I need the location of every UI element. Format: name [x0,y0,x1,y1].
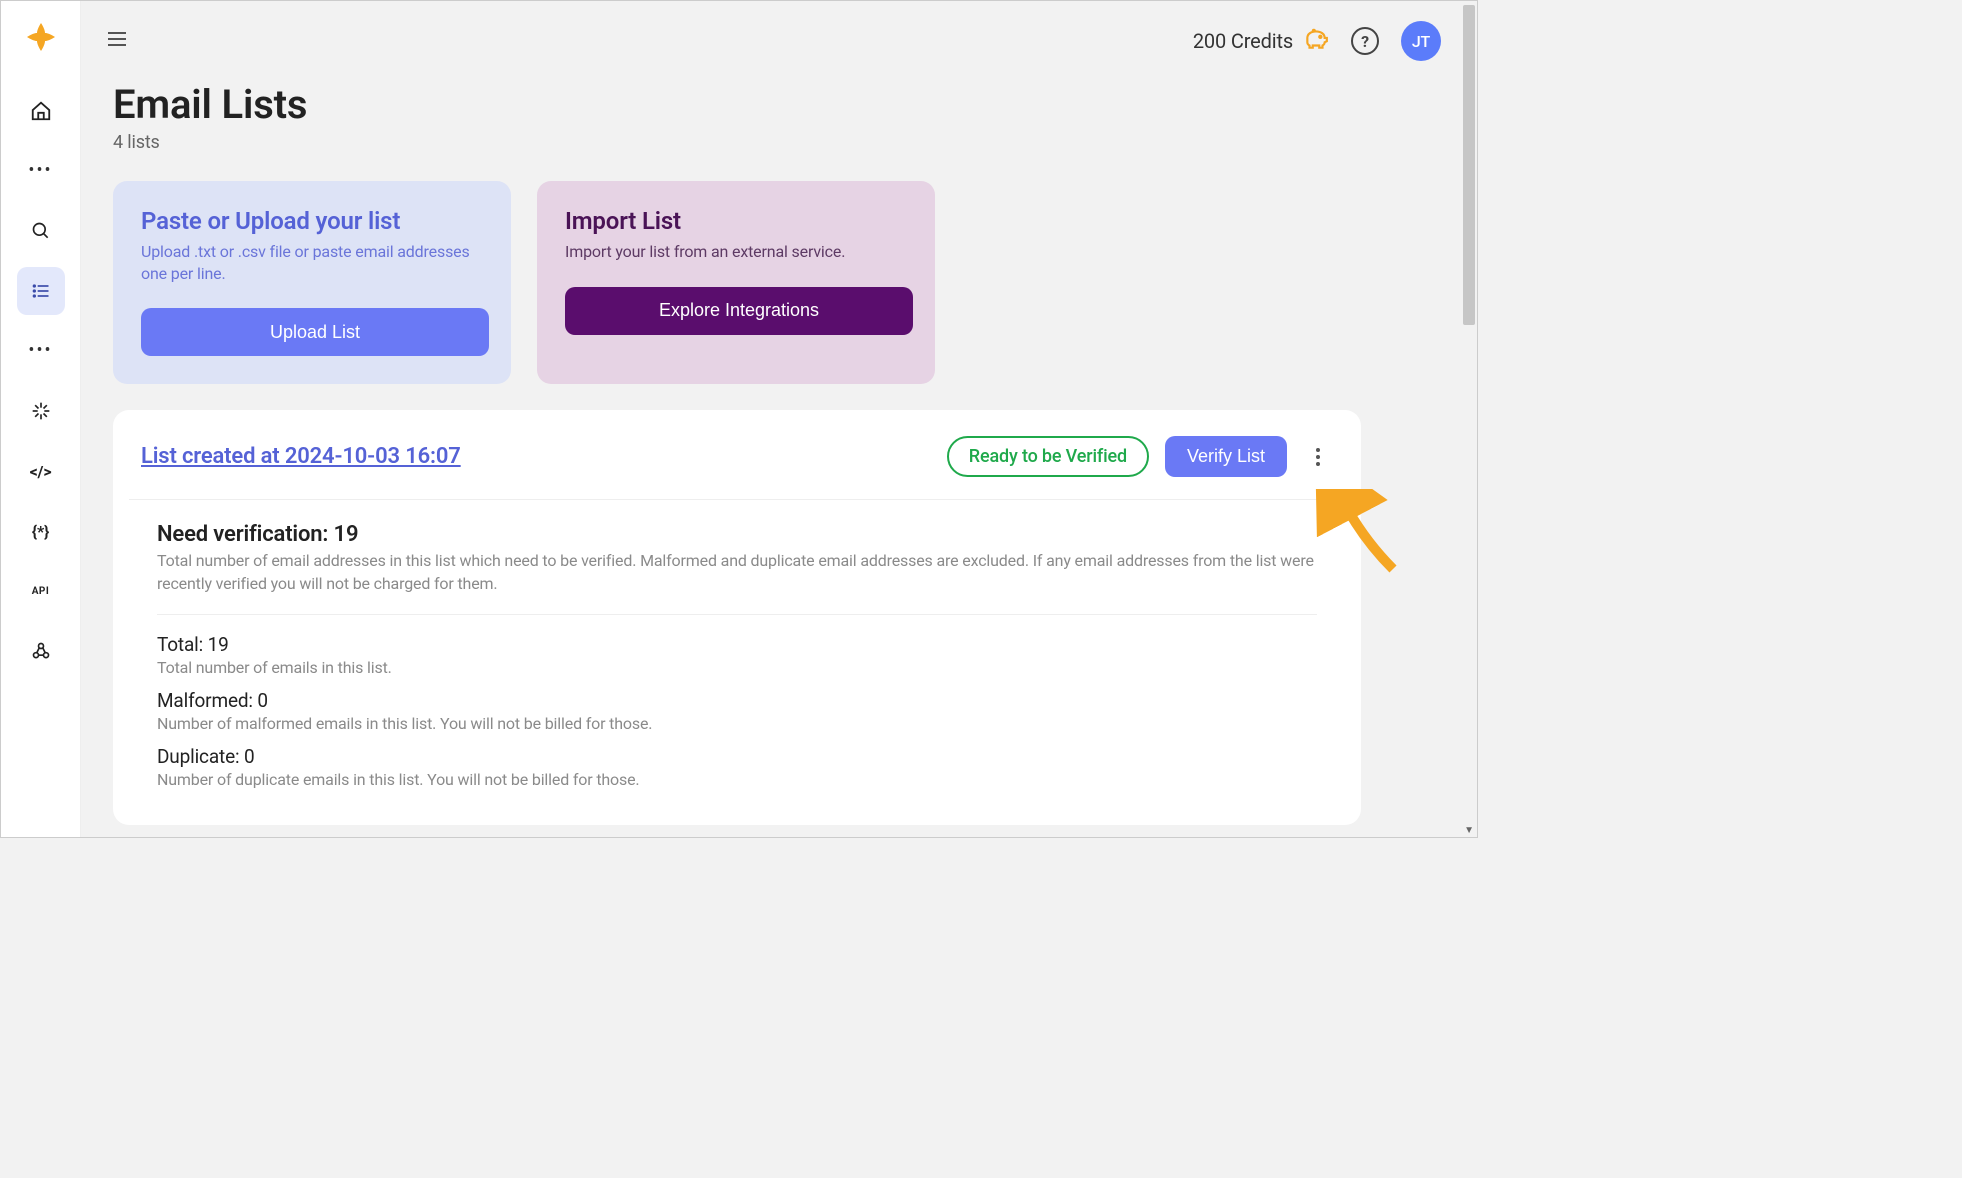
page-title: Email Lists [113,81,1437,128]
divider [157,614,1317,615]
nav-braces-icon[interactable]: {*} [17,507,65,555]
duplicate-desc: Number of duplicate emails in this list.… [157,770,1317,789]
nav-spark-icon[interactable] [17,387,65,435]
credits-label: 200 Credits [1193,29,1293,53]
scrollbar[interactable]: ▼ [1461,1,1477,837]
list-card: List created at 2024-10-03 16:07 Ready t… [113,410,1361,824]
page-subtitle: 4 lists [113,132,1437,153]
sidebar: ••• ••• </> {*} API [1,1,81,837]
upload-card: Paste or Upload your list Upload .txt or… [113,181,511,384]
verify-list-button[interactable]: Verify List [1165,436,1287,477]
upload-card-title: Paste or Upload your list [141,207,483,235]
import-card: Import List Import your list from an ext… [537,181,935,384]
menu-toggle-icon[interactable] [105,27,129,55]
status-badge: Ready to be Verified [947,436,1149,477]
list-name-link[interactable]: List created at 2024-10-03 16:07 [141,444,461,469]
total-desc: Total number of emails in this list. [157,658,1317,677]
nav-api[interactable]: API [17,567,65,615]
more-options-button[interactable] [1303,442,1333,472]
logo-icon [21,17,61,57]
credits-display[interactable]: 200 Credits [1193,26,1329,57]
import-card-title: Import List [565,207,907,235]
avatar[interactable]: JT [1401,21,1441,61]
need-verification-title: Need verification: 19 [157,522,1317,547]
nav-webhooks-icon[interactable] [17,627,65,675]
nav-code-icon[interactable]: </> [17,447,65,495]
duplicate-title: Duplicate: 0 [157,745,1317,768]
help-icon[interactable]: ? [1351,27,1379,55]
malformed-desc: Number of malformed emails in this list.… [157,714,1317,733]
main-area: 200 Credits ? JT Email Lists 4 lists Pas… [81,1,1477,837]
scrollbar-thumb[interactable] [1463,5,1475,325]
import-card-desc: Import your list from an external servic… [565,241,907,263]
piggy-bank-icon [1303,26,1329,57]
need-verification-desc: Total number of email addresses in this … [157,549,1317,595]
nav-home[interactable] [17,87,65,135]
upload-card-desc: Upload .txt or .csv file or paste email … [141,241,483,284]
scroll-down-icon[interactable]: ▼ [1463,825,1475,837]
nav-search[interactable] [17,207,65,255]
upload-list-button[interactable]: Upload List [141,308,489,356]
explore-integrations-button[interactable]: Explore Integrations [565,287,913,335]
malformed-title: Malformed: 0 [157,689,1317,712]
nav-more-1[interactable]: ••• [17,147,65,195]
topbar: 200 Credits ? JT [81,1,1477,69]
total-title: Total: 19 [157,633,1317,656]
nav-lists[interactable] [17,267,65,315]
nav-more-2[interactable]: ••• [17,327,65,375]
divider [129,499,1345,500]
